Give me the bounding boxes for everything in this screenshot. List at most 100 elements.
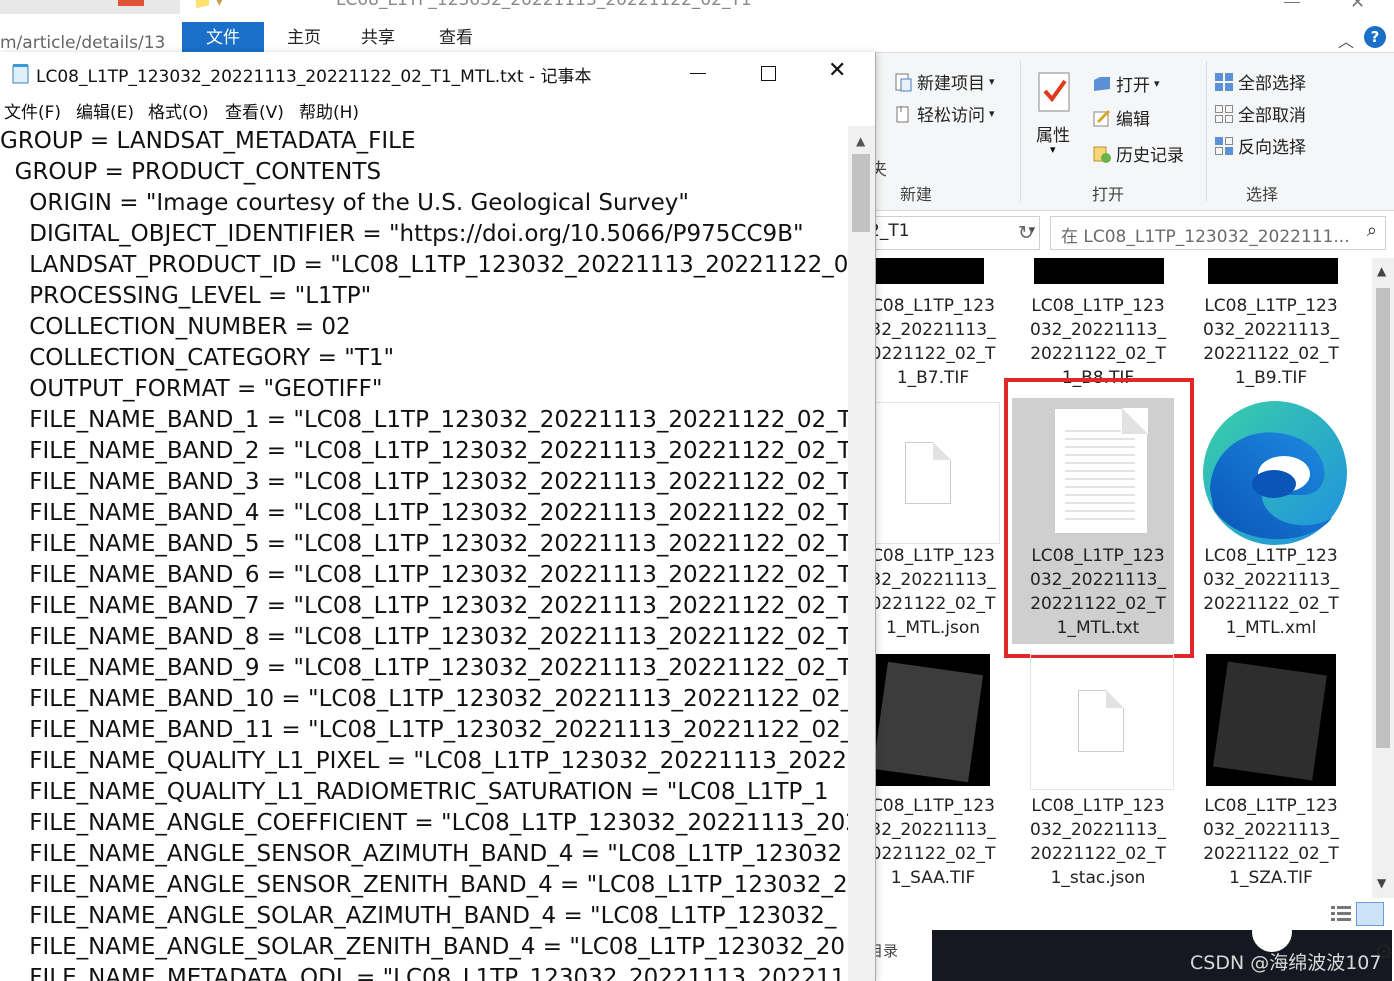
file-name: C08_L1TP_123 32_20221113_ 0221122_02_T 1… — [872, 546, 996, 638]
select-all-icon — [1214, 72, 1234, 92]
scroll-up-icon[interactable]: ▲ — [1377, 264, 1386, 278]
select-none-icon — [1214, 104, 1234, 124]
tab-home[interactable]: 主页 — [274, 22, 334, 52]
invert-selection-button[interactable]: 反向选择 — [1214, 133, 1306, 158]
refresh-icon[interactable]: ↻ — [1018, 222, 1034, 244]
notepad-menubar: 文件(F) 编辑(E) 格式(O) 查看(V) 帮助(H) — [0, 96, 875, 124]
thumbnail-b8 — [1034, 258, 1164, 284]
select-none-button[interactable]: 全部取消 — [1214, 101, 1306, 126]
search-box[interactable]: 在 LC08_L1TP_123032_2022111... ⌕ — [1050, 216, 1386, 250]
file-name: LC08_L1TP_123 032_20221113_ 20221122_02_… — [1030, 546, 1166, 638]
thumbnail-sza — [1206, 654, 1336, 786]
file-name: LC08_L1TP_123 032_20221113_ 20221122_02_… — [1203, 796, 1339, 888]
file-list: C08_L1TP_123 32_20221113_ 0221122_02_T 1… — [872, 258, 1378, 898]
text-line: GROUP = PRODUCT_CONTENTS — [0, 159, 382, 185]
edit-button[interactable]: 编辑 — [1092, 105, 1150, 130]
text-line: FILE_NAME_ANGLE_SOLAR_ZENITH_BAND_4 = "L… — [0, 934, 846, 960]
notepad-window: LC08_L1TP_123032_20221113_20221122_02_T1… — [0, 52, 876, 981]
close-button[interactable]: ✕ — [802, 52, 872, 96]
browser-url-fragment[interactable]: m/article/details/13 — [0, 33, 165, 53]
scroll-up-icon[interactable]: ▲ — [856, 134, 865, 148]
document-icon — [1078, 690, 1124, 752]
file-name: LC08_L1TP_123 032_20221113_ 20221122_02_… — [1030, 296, 1166, 388]
tab-file[interactable]: 文件 — [182, 22, 264, 52]
minimize-icon — [690, 73, 706, 74]
easy-access-button[interactable]: 轻松访问 ▾ — [893, 101, 995, 126]
scroll-top-circle-icon[interactable] — [1252, 912, 1292, 952]
menu-view[interactable]: 查看(V) — [225, 98, 284, 123]
properties-button[interactable]: 属性 ▾ — [1032, 67, 1082, 177]
notepad-text-area[interactable]: GROUP = LANDSAT_METADATA_FILE GROUP = PR… — [0, 126, 848, 981]
text-line: OUTPUT_FORMAT = "GEOTIFF" — [0, 376, 383, 402]
close-icon: ✕ — [828, 58, 847, 83]
select-all-label: 全部选择 — [1238, 74, 1306, 94]
text-line: FILE_NAME_BAND_11 = "LC08_L1TP_123032_20… — [0, 717, 848, 743]
text-line: FILE_NAME_BAND_10 = "LC08_L1TP_123032_20… — [0, 686, 848, 712]
ribbon-tabs: 文件 主页 共享 查看 ︿ ? — [180, 22, 1394, 53]
new-item-label: 新建项目 — [917, 74, 985, 94]
text-line: FILE_NAME_BAND_6 = "LC08_L1TP_123032_202… — [0, 562, 848, 588]
properties-icon — [1037, 71, 1073, 112]
text-line: FILE_NAME_BAND_2 = "LC08_L1TP_123032_202… — [0, 438, 848, 464]
tab-view[interactable]: 查看 — [426, 22, 486, 52]
scrollbar-thumb[interactable] — [852, 154, 870, 232]
history-icon — [1092, 144, 1112, 164]
select-all-button[interactable]: 全部选择 — [1214, 69, 1306, 94]
menu-format[interactable]: 格式(O) — [148, 98, 209, 123]
text-line: FILE_NAME_QUALITY_L1_PIXEL = "LC08_L1TP_… — [0, 748, 848, 774]
edit-label: 编辑 — [1116, 110, 1150, 130]
text-line: FILE_NAME_BAND_4 = "LC08_L1TP_123032_202… — [0, 500, 848, 526]
help-icon[interactable]: ? — [1364, 26, 1386, 48]
notepad-title: LC08_L1TP_123032_20221113_20221122_02_T1… — [36, 67, 592, 87]
group-label-open: 打开 — [1092, 185, 1125, 204]
large-icons-view-icon[interactable] — [1356, 902, 1384, 926]
notepad-scrollbar[interactable]: ▲ — [848, 126, 875, 981]
text-line: FILE_NAME_BAND_8 = "LC08_L1TP_123032_202… — [0, 624, 848, 650]
browser-tab-accent — [118, 0, 144, 6]
minimize-button[interactable] — [662, 52, 732, 96]
history-button[interactable]: 历史记录 — [1092, 141, 1184, 166]
browser-tab-strip — [0, 0, 180, 14]
text-line: PROCESSING_LEVEL = "L1TP" — [0, 283, 372, 309]
explorer-minimize-icon[interactable] — [1284, 2, 1300, 3]
history-label: 历史记录 — [1116, 146, 1184, 166]
menu-file[interactable]: 文件(F) — [4, 98, 61, 123]
thumbnail-saa — [872, 654, 990, 786]
menu-edit[interactable]: 编辑(E) — [76, 98, 134, 123]
text-line: GROUP = LANDSAT_METADATA_FILE — [0, 128, 416, 154]
easy-access-label: 轻松访问 — [917, 106, 985, 126]
dropdown-icon: ▾ — [989, 107, 995, 120]
maximize-button[interactable] — [732, 52, 802, 96]
menu-help[interactable]: 帮助(H) — [299, 98, 359, 123]
group-label-select: 选择 — [1246, 185, 1279, 204]
quick-access-folder-icon[interactable]: 📁 ▾ — [194, 0, 223, 10]
search-icon: ⌕ — [1366, 220, 1377, 241]
ribbon-collapse-icon[interactable]: ︿ — [1338, 28, 1354, 52]
text-document-icon — [1054, 408, 1148, 534]
ribbon-separator — [1020, 61, 1021, 201]
edit-icon — [1092, 108, 1112, 128]
file-name: LC08_L1TP_123 032_20221113_ 20221122_02_… — [1203, 296, 1339, 388]
file-name: C08_L1TP_123 32_20221113_ 0221122_02_T 1… — [872, 296, 996, 388]
address-bar[interactable]: 2_T1 ▾ — [869, 216, 1040, 250]
ribbon-separator — [1206, 61, 1207, 201]
open-button[interactable]: 打开 ▾ — [1092, 71, 1160, 96]
dropdown-icon: ▾ — [1050, 143, 1056, 156]
tab-share[interactable]: 共享 — [348, 22, 408, 52]
search-placeholder: 在 LC08_L1TP_123032_2022111... — [1061, 227, 1350, 247]
scroll-down-icon[interactable]: ▼ — [1377, 876, 1386, 890]
new-item-button[interactable]: 新建项目 ▾ — [893, 69, 995, 94]
explorer-close-icon[interactable]: ✕ — [1350, 0, 1365, 13]
text-line: COLLECTION_CATEGORY = "T1" — [0, 345, 395, 371]
text-line: FILE_NAME_BAND_7 = "LC08_L1TP_123032_202… — [0, 593, 848, 619]
text-line: FILE_NAME_BAND_9 = "LC08_L1TP_123032_202… — [0, 655, 848, 681]
text-line: FILE_NAME_BAND_1 = "LC08_L1TP_123032_202… — [0, 407, 848, 433]
explorer-titlebar: 📁 ▾ LC08_L1TP_123032_20221113_20221122_0… — [180, 0, 1394, 22]
edge-browser-icon — [1202, 400, 1348, 546]
scrollbar-thumb[interactable] — [1376, 288, 1390, 748]
explorer-scrollbar[interactable]: ▲ ▼ — [1372, 258, 1394, 898]
csdn-watermark: CSDN @海绵波波107 — [1190, 952, 1382, 974]
explorer-title: LC08_L1TP_123032_20221113_20221122_02_T1 — [336, 0, 752, 10]
details-view-icon[interactable] — [1330, 904, 1352, 924]
new-item-icon — [893, 72, 913, 92]
